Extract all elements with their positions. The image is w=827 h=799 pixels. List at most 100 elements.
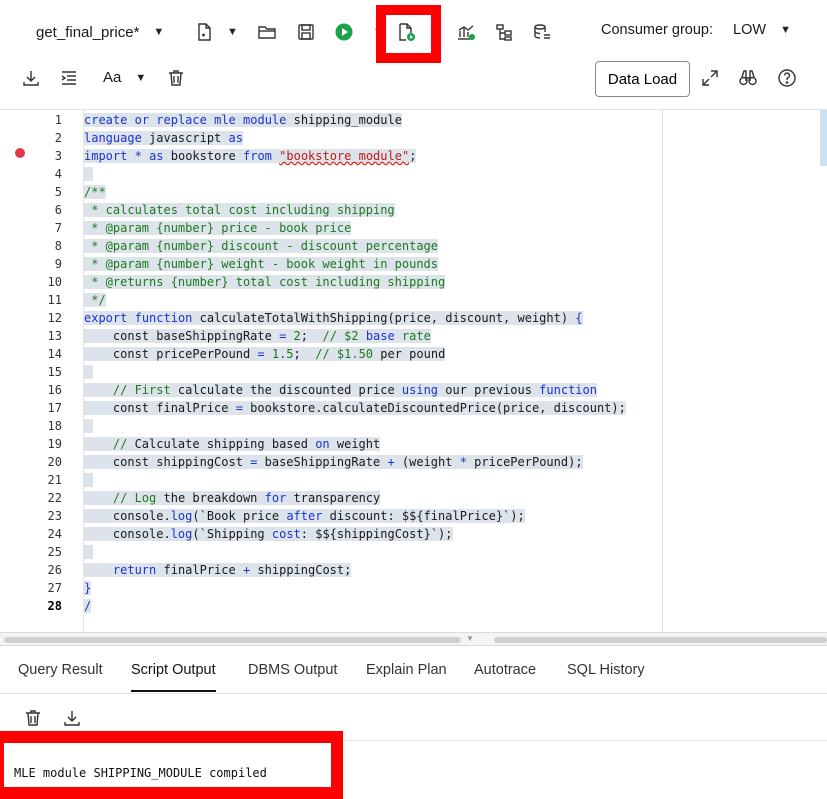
code-line[interactable]: / (84, 597, 92, 615)
line-number: 21 (47, 473, 62, 487)
output-tabs: Query Result Script Output DBMS Output E… (0, 646, 827, 694)
line-number: 17 (47, 401, 62, 415)
format-icon[interactable] (58, 67, 80, 89)
line-number: 13 (47, 329, 62, 343)
chevron-down-icon[interactable]: ▼ (135, 72, 146, 84)
font-size-menu[interactable]: Aa ▼ (103, 69, 146, 86)
line-number: 1 (54, 113, 62, 127)
code-line[interactable]: const shippingCost = baseShippingRate + … (84, 453, 583, 471)
tab-dbms-output[interactable]: DBMS Output (248, 662, 337, 692)
code-line[interactable]: * @param {number} price - book price (84, 219, 352, 237)
code-line[interactable]: */ (84, 291, 106, 309)
horizontal-scrollbar[interactable] (4, 637, 461, 643)
line-number: 12 (47, 311, 62, 325)
code-line[interactable] (84, 363, 94, 381)
code-line[interactable]: create or replace mle module shipping_mo… (84, 111, 402, 129)
consumer-group-value[interactable]: LOW (733, 22, 766, 38)
code-line[interactable]: language javascript as (84, 129, 243, 147)
line-number: 19 (47, 437, 62, 451)
code-line[interactable]: /** (84, 183, 106, 201)
chevron-down-icon[interactable]: ▼ (153, 26, 164, 38)
code-line[interactable]: // First calculate the discounted price … (84, 381, 597, 399)
clear-output-trash-icon[interactable] (22, 707, 44, 729)
tab-query-result[interactable]: Query Result (18, 662, 103, 692)
code-line[interactable] (84, 471, 94, 489)
pane-splitter[interactable]: ▼ (0, 632, 827, 646)
code-line[interactable] (84, 543, 94, 561)
tab-explain-plan[interactable]: Explain Plan (366, 662, 447, 692)
code-line[interactable]: * @returns {number} total cost including… (84, 273, 446, 291)
download-icon[interactable] (20, 67, 42, 89)
font-size-label: Aa (103, 69, 122, 86)
explain-plan-icon[interactable] (455, 21, 477, 43)
code-line[interactable]: const finalPrice = bookstore.calculateDi… (84, 399, 626, 417)
download-output-icon[interactable] (61, 707, 83, 729)
help-icon[interactable] (776, 67, 798, 89)
line-number: 8 (54, 239, 62, 253)
code-area[interactable]: create or replace mle module shipping_mo… (84, 110, 662, 632)
worksheet-tab[interactable]: get_final_price* ▼ (36, 22, 164, 42)
code-line[interactable] (84, 417, 94, 435)
open-folder-icon[interactable] (256, 21, 278, 43)
line-number: 9 (54, 257, 62, 271)
toolbar: get_final_price* ▼ ▼ ▼ Consumer group: L… (0, 0, 827, 110)
database-icon[interactable] (531, 21, 553, 43)
line-number: 15 (47, 365, 62, 379)
tab-script-output[interactable]: Script Output (131, 662, 216, 692)
line-number: 23 (47, 509, 62, 523)
worksheet-tab-title: get_final_price* (36, 23, 140, 41)
code-line[interactable]: export function calculateTotalWithShippi… (84, 309, 583, 327)
code-line[interactable]: // Log the breakdown for transparency (84, 489, 381, 507)
code-line[interactable]: import * as bookstore from "bookstore_mo… (84, 147, 417, 165)
print-margin (662, 110, 663, 632)
new-file-icon[interactable] (193, 21, 215, 43)
line-number: 14 (47, 347, 62, 361)
run-icon[interactable] (333, 21, 355, 43)
tab-sql-history[interactable]: SQL History (567, 662, 645, 692)
code-line[interactable]: const pricePerPound = 1.5; // $1.50 per … (84, 345, 446, 363)
scrollbar-thumb[interactable] (820, 110, 827, 166)
code-line[interactable]: * @param {number} weight - book weight i… (84, 255, 439, 273)
consumer-group-label: Consumer group: (601, 22, 714, 38)
consumer-group-select[interactable]: Consumer group: LOW ▼ (601, 22, 791, 38)
line-number: 20 (47, 455, 62, 469)
line-number: 10 (47, 275, 62, 289)
line-number: 3 (54, 149, 62, 163)
data-load-button[interactable]: Data Load (595, 61, 690, 97)
line-number: 16 (47, 383, 62, 397)
code-line[interactable]: console.log(`Book price after discount: … (84, 507, 525, 525)
line-number: 22 (47, 491, 62, 505)
expand-icon[interactable] (699, 67, 721, 89)
code-line[interactable]: * calculates total cost including shippi… (84, 201, 395, 219)
line-number: 18 (47, 419, 62, 433)
line-number: 6 (54, 203, 62, 217)
binoculars-icon[interactable] (737, 67, 759, 89)
horizontal-scrollbar[interactable] (494, 637, 827, 643)
line-number: 11 (47, 293, 62, 307)
line-number: 2 (54, 131, 62, 145)
line-number: 25 (47, 545, 62, 559)
save-icon[interactable] (295, 21, 317, 43)
code-line[interactable]: // Calculate shipping based on weight (84, 435, 381, 453)
output-highlight (0, 731, 343, 799)
line-number: 24 (47, 527, 62, 541)
code-line[interactable]: const baseShippingRate = 2; // $2 base r… (84, 327, 431, 345)
chevron-down-icon[interactable]: ▼ (780, 24, 791, 36)
code-line[interactable]: return finalPrice + shippingCost; (84, 561, 352, 579)
code-line[interactable]: } (84, 579, 92, 597)
code-editor[interactable]: 1 2 3 4 5 6 7 8 9 10 11 12 13 14 15 16 17 18 19 20 21 22 23 24 2… (0, 110, 827, 632)
chevron-down-icon[interactable]: ▼ (227, 26, 238, 38)
splitter-handle-icon[interactable]: ▼ (463, 634, 477, 644)
code-line[interactable] (84, 165, 94, 183)
line-number: 27 (47, 581, 62, 595)
line-number: 5 (54, 185, 62, 199)
autotrace-icon[interactable] (493, 21, 515, 43)
new-worksheet-menu[interactable]: ▼ (193, 21, 238, 43)
trash-icon[interactable] (165, 67, 187, 89)
run-script-highlight (376, 5, 441, 63)
tab-autotrace[interactable]: Autotrace (474, 662, 536, 692)
code-line[interactable]: console.log(`Shipping cost: $${shippingC… (84, 525, 453, 543)
code-line[interactable]: * @param {number} discount - discount pe… (84, 237, 439, 255)
line-number: 26 (47, 563, 62, 577)
line-number: 7 (54, 221, 62, 235)
